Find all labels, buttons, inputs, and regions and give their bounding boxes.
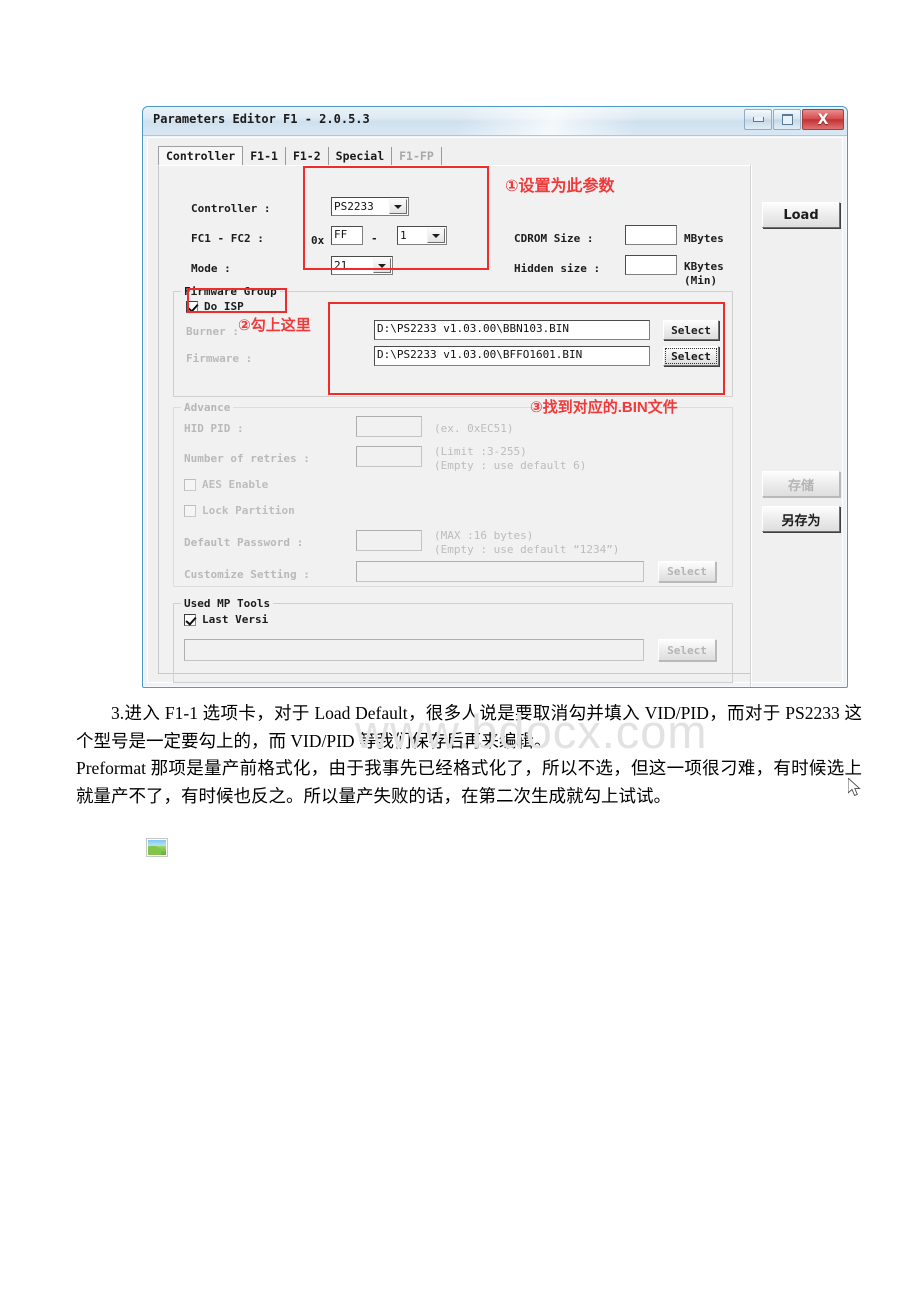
fc1-input[interactable]: FF — [331, 226, 363, 245]
maximize-button[interactable] — [773, 109, 801, 130]
fc2-combobox[interactable]: 1 — [397, 226, 447, 245]
annotation-label-2: ②勾上这里 — [238, 317, 311, 334]
annotation-label-3: ③找到对应的.BIN文件 — [530, 399, 678, 416]
burner-select-button[interactable]: Select — [663, 320, 719, 340]
tab-controller[interactable]: Controller — [158, 146, 244, 167]
window-titlebar[interactable]: Parameters Editor F1 - 2.0.5.3 X — [143, 107, 847, 136]
cdrom-size-unit: MBytes — [684, 232, 724, 245]
tab-f1-1[interactable]: F1-1 — [243, 147, 286, 166]
checkbox-icon — [184, 613, 196, 626]
used-mp-tools-group: Used MP Tools Last Versi Select — [173, 597, 733, 683]
checkbox-icon — [186, 300, 198, 313]
checkbox-icon — [184, 504, 196, 517]
cdrom-size-input[interactable] — [625, 225, 677, 245]
hid-pid-label: HID PID : — [184, 422, 244, 435]
fc-hex-prefix: 0x — [311, 234, 325, 247]
mp-tools-select-button: Select — [658, 639, 716, 661]
firmware-group-title: Firmware Group — [181, 285, 280, 298]
hid-pid-input — [356, 416, 422, 437]
last-version-label: Last Versi — [202, 613, 269, 626]
tab-special[interactable]: Special — [328, 147, 393, 166]
aes-enable-checkbox: AES Enable — [184, 478, 268, 491]
advance-group-title: Advance — [181, 401, 234, 414]
do-isp-label: Do ISP — [204, 300, 244, 313]
fc2-combobox-value: 1 — [400, 229, 407, 242]
customize-select-button: Select — [658, 561, 716, 582]
load-button[interactable]: Load — [762, 202, 840, 228]
chevron-down-icon[interactable] — [389, 199, 407, 214]
window-title: Parameters Editor F1 - 2.0.5.3 — [153, 112, 370, 126]
do-isp-checkbox[interactable]: Do ISP — [186, 300, 244, 313]
password-hint-default: (Empty : use default “1234”) — [434, 543, 620, 556]
controller-combobox[interactable]: PS2233 — [331, 197, 409, 216]
controller-label: Controller : — [191, 202, 271, 215]
article-paragraph-2: Preformat 那项是量产前格式化，由于我事先已经格式化了，所以不选，但这一… — [76, 758, 862, 806]
checkbox-icon — [184, 478, 196, 491]
hidden-size-unit-min: (Min) — [684, 274, 718, 287]
lock-partition-checkbox: Lock Partition — [184, 504, 295, 517]
article-paragraph-1: 3.进入 F1-1 选项卡，对于 Load Default，很多人说是要取消勾并… — [76, 703, 862, 751]
screenshot-region: Parameters Editor F1 - 2.0.5.3 X Control… — [142, 106, 861, 797]
hidden-size-unit: KBytes — [684, 260, 724, 273]
firmware-path-input[interactable]: D:\PS2233 v1.03.00\BFFO1601.BIN — [374, 346, 650, 366]
default-password-input — [356, 530, 422, 551]
maximize-icon — [781, 114, 793, 125]
panel-divider — [750, 165, 752, 687]
used-mp-tools-title: Used MP Tools — [181, 597, 274, 610]
cdrom-size-label: CDROM Size : — [514, 232, 594, 245]
lock-partition-label: Lock Partition — [202, 504, 295, 517]
customize-setting-label: Customize Setting : — [184, 568, 310, 581]
minimize-icon — [752, 117, 764, 122]
mouse-cursor-icon — [848, 778, 861, 797]
password-hint-max: (MAX :16 bytes) — [434, 529, 534, 542]
burner-label: Burner : — [186, 325, 239, 338]
advance-group: Advance HID PID : (ex. 0xEC51) Number of… — [173, 401, 733, 587]
tab-strip: Controller F1-1 F1-2 Special F1-FP — [158, 146, 442, 167]
mp-tools-path-input — [184, 639, 644, 661]
hid-pid-hint: (ex. 0xEC51) — [434, 422, 514, 435]
firmware-select-button[interactable]: Select — [663, 346, 719, 366]
image-placeholder-icon — [146, 838, 168, 857]
firmware-label: Firmware : — [186, 352, 253, 365]
chevron-down-icon[interactable] — [427, 228, 445, 243]
close-icon: X — [817, 111, 829, 128]
close-button[interactable]: X — [802, 109, 844, 130]
retries-hint-default: (Empty : use default 6) — [434, 459, 587, 472]
picture-icon — [148, 840, 166, 855]
burner-path-input[interactable]: D:\PS2233 v1.03.00\BBN103.BIN — [374, 320, 650, 340]
mode-combobox[interactable]: 21 — [331, 256, 393, 275]
aes-enable-label: AES Enable — [202, 478, 269, 491]
save-button: 存储 — [762, 471, 840, 497]
customize-setting-input — [356, 561, 644, 582]
mode-label: Mode : — [191, 262, 231, 275]
minimize-button[interactable] — [744, 109, 772, 130]
hidden-size-label: Hidden size : — [514, 262, 601, 275]
save-as-button[interactable]: 另存为 — [762, 506, 840, 532]
retries-label: Number of retries : — [184, 452, 310, 465]
mode-combobox-value: 21 — [334, 259, 348, 272]
window-client-area: Controller F1-1 F1-2 Special F1-FP Contr… — [147, 137, 843, 687]
firmware-group: Firmware Group Do ISP Burner : D:\PS2233… — [173, 285, 733, 397]
parameters-editor-window: Parameters Editor F1 - 2.0.5.3 X Control… — [142, 106, 848, 688]
controller-tab-page: Controller : PS2233 FC1 - FC2 : 0x FF - … — [158, 165, 752, 683]
window-controls: X — [744, 109, 844, 130]
retries-input — [356, 446, 422, 467]
fc-dash: - — [371, 232, 378, 245]
controller-combobox-value: PS2233 — [334, 200, 374, 213]
tab-f1-fp: F1-FP — [392, 147, 442, 166]
tab-f1-2[interactable]: F1-2 — [285, 147, 329, 166]
default-password-label: Default Password : — [184, 536, 304, 549]
annotation-label-1: ①设置为此参数 — [505, 178, 615, 195]
fc-range-label: FC1 - FC2 : — [191, 232, 264, 245]
hidden-size-input[interactable] — [625, 255, 677, 275]
article-body: 3.进入 F1-1 选项卡，对于 Load Default，很多人说是要取消勾并… — [76, 700, 862, 811]
chevron-down-icon[interactable] — [373, 258, 391, 273]
retries-hint-limit: (Limit :3-255) — [434, 445, 527, 458]
last-version-checkbox[interactable]: Last Versi — [184, 613, 268, 626]
